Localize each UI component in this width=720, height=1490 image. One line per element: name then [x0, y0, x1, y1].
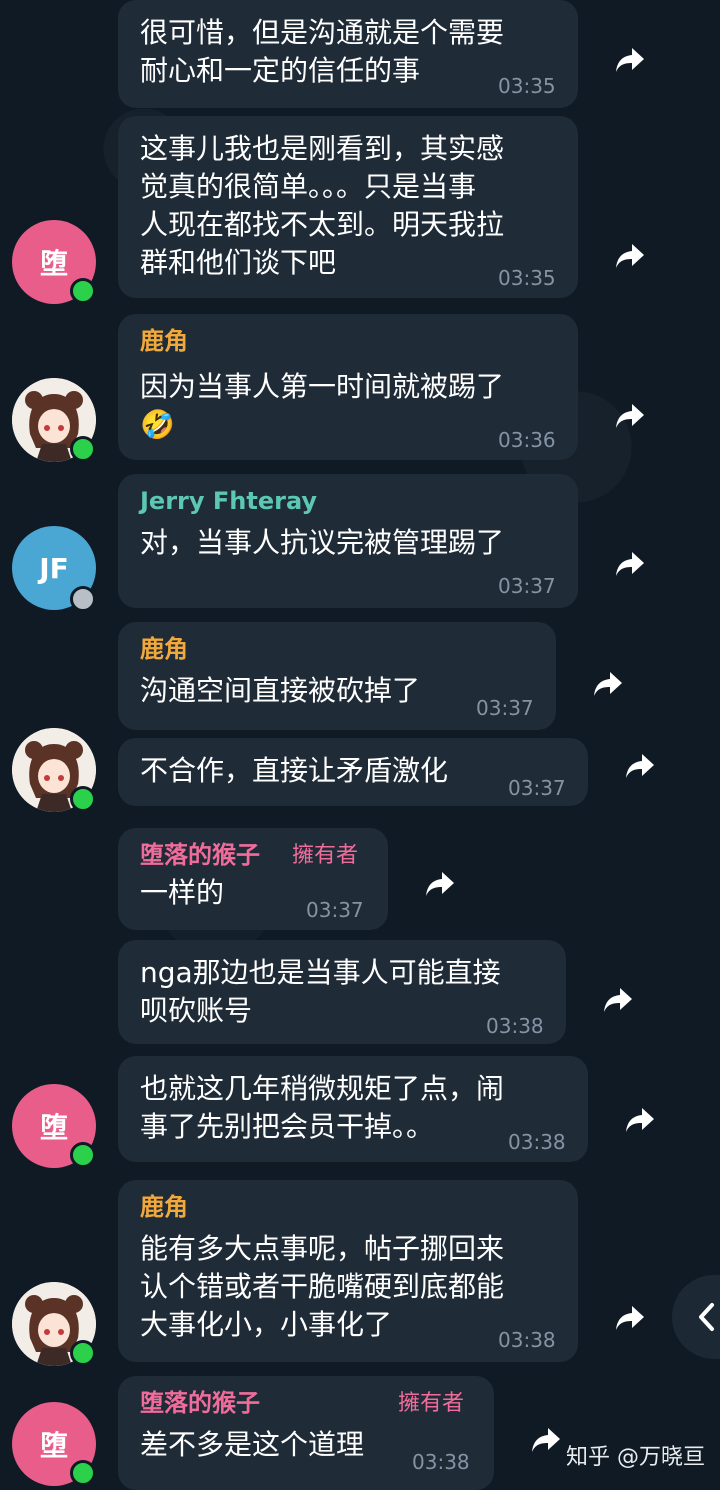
message-bubble[interactable]: 也就这几年稍微规矩了点，闹 事了先别把会员干掉。。 03:38 [118, 1056, 588, 1162]
owner-badge: 擁有者 [398, 1391, 465, 1416]
message-time: 03:37 [498, 574, 556, 598]
forward-icon[interactable] [618, 1098, 662, 1142]
online-status-icon [70, 278, 96, 304]
forward-icon[interactable] [586, 662, 630, 706]
message-bubble[interactable]: 堕落的猴子 擁有者 一样的 03:37 [118, 828, 388, 930]
message-bubble[interactable]: 很可惜，但是沟通就是个需要 耐心和一定的信任的事 03:35 [118, 0, 578, 108]
forward-icon[interactable] [418, 862, 462, 906]
forward-icon[interactable] [608, 38, 652, 82]
message-bubble[interactable]: 这事儿我也是刚看到，其实感 觉真的很简单。。。只是当事 人现在都找不太到。明天我… [118, 116, 578, 298]
message-time: 03:35 [498, 266, 556, 290]
online-status-icon [70, 1460, 96, 1486]
message-text: 能有多大点事呢，帖子挪回来 认个错或者干脆嘴硬到底都能 大事化小，小事化了 [140, 1232, 505, 1341]
message-text: 差不多是这个道理 [140, 1428, 365, 1461]
forward-icon[interactable] [524, 1418, 568, 1462]
sender-name: 鹿角 [140, 635, 188, 663]
forward-icon[interactable] [618, 744, 662, 788]
laughing-emoji-icon: 🤣 [140, 408, 175, 441]
sender-name: Jerry Fhteray [140, 487, 318, 515]
message-time: 03:37 [306, 898, 364, 922]
message-time: 03:38 [412, 1450, 470, 1474]
message-time: 03:35 [498, 74, 556, 98]
forward-icon[interactable] [596, 978, 640, 1022]
sender-name: 鹿角 [140, 1193, 188, 1221]
owner-badge: 擁有者 [292, 843, 359, 868]
message-time: 03:37 [476, 696, 534, 720]
message-text: 也就这几年稍微规矩了点，闹 事了先别把会员干掉。。 [140, 1072, 505, 1143]
message-time: 03:37 [508, 776, 566, 800]
message-time: 03:38 [486, 1014, 544, 1038]
message-bubble[interactable]: 不合作，直接让矛盾激化 03:37 [118, 738, 588, 806]
message-bubble[interactable]: Jerry Fhteray 对，当事人抗议完被管理踢了 03:37 [118, 474, 578, 608]
message-text: 一样的 [140, 876, 225, 909]
message-text: nga那边也是当事人可能直接 呗砍账号 [140, 956, 501, 1027]
message-time: 03:38 [508, 1130, 566, 1154]
online-status-icon [70, 436, 96, 462]
message-bubble[interactable]: 堕落的猴子 擁有者 差不多是这个道理 03:38 [118, 1376, 494, 1490]
offline-status-icon [70, 586, 96, 612]
online-status-icon [70, 786, 96, 812]
message-text: 很可惜，但是沟通就是个需要 耐心和一定的信任的事 [140, 16, 505, 87]
sender-name: 堕落的猴子 [140, 841, 260, 869]
message-text: 对，当事人抗议完被管理踢了 [140, 526, 505, 559]
watermark: 知乎 @万晓亘 [566, 1445, 705, 1470]
avatar-initial: 堕 [39, 247, 68, 280]
message-text: 这事儿我也是刚看到，其实感 觉真的很简单。。。只是当事 人现在都找不太到。明天我… [140, 132, 505, 279]
avatar-initials: JF [39, 551, 69, 585]
chevron-left-icon [699, 1303, 714, 1331]
forward-icon[interactable] [608, 234, 652, 278]
forward-icon[interactable] [608, 394, 652, 438]
avatar-initial: 堕 [39, 1111, 68, 1144]
sender-name: 鹿角 [140, 327, 188, 355]
sender-name: 堕落的猴子 [140, 1389, 260, 1417]
online-status-icon [70, 1340, 96, 1366]
online-status-icon [70, 1142, 96, 1168]
forward-icon[interactable] [608, 542, 652, 586]
message-text: 不合作，直接让矛盾激化 [140, 754, 449, 787]
message-bubble[interactable]: 鹿角 因为当事人第一时间就被踢了 🤣 03:36 [118, 314, 578, 460]
message-text: 因为当事人第一时间就被踢了 [140, 370, 505, 403]
message-time: 03:36 [498, 428, 556, 452]
message-text: 沟通空间直接被砍掉了 [140, 674, 421, 707]
forward-icon[interactable] [608, 1296, 652, 1340]
message-bubble[interactable]: 鹿角 沟通空间直接被砍掉了 03:37 [118, 622, 556, 730]
avatar-initial: 堕 [39, 1429, 68, 1462]
message-time: 03:38 [498, 1328, 556, 1352]
message-bubble[interactable]: nga那边也是当事人可能直接 呗砍账号 03:38 [118, 940, 566, 1044]
message-bubble[interactable]: 鹿角 能有多大点事呢，帖子挪回来 认个错或者干脆嘴硬到底都能 大事化小，小事化了… [118, 1180, 578, 1362]
